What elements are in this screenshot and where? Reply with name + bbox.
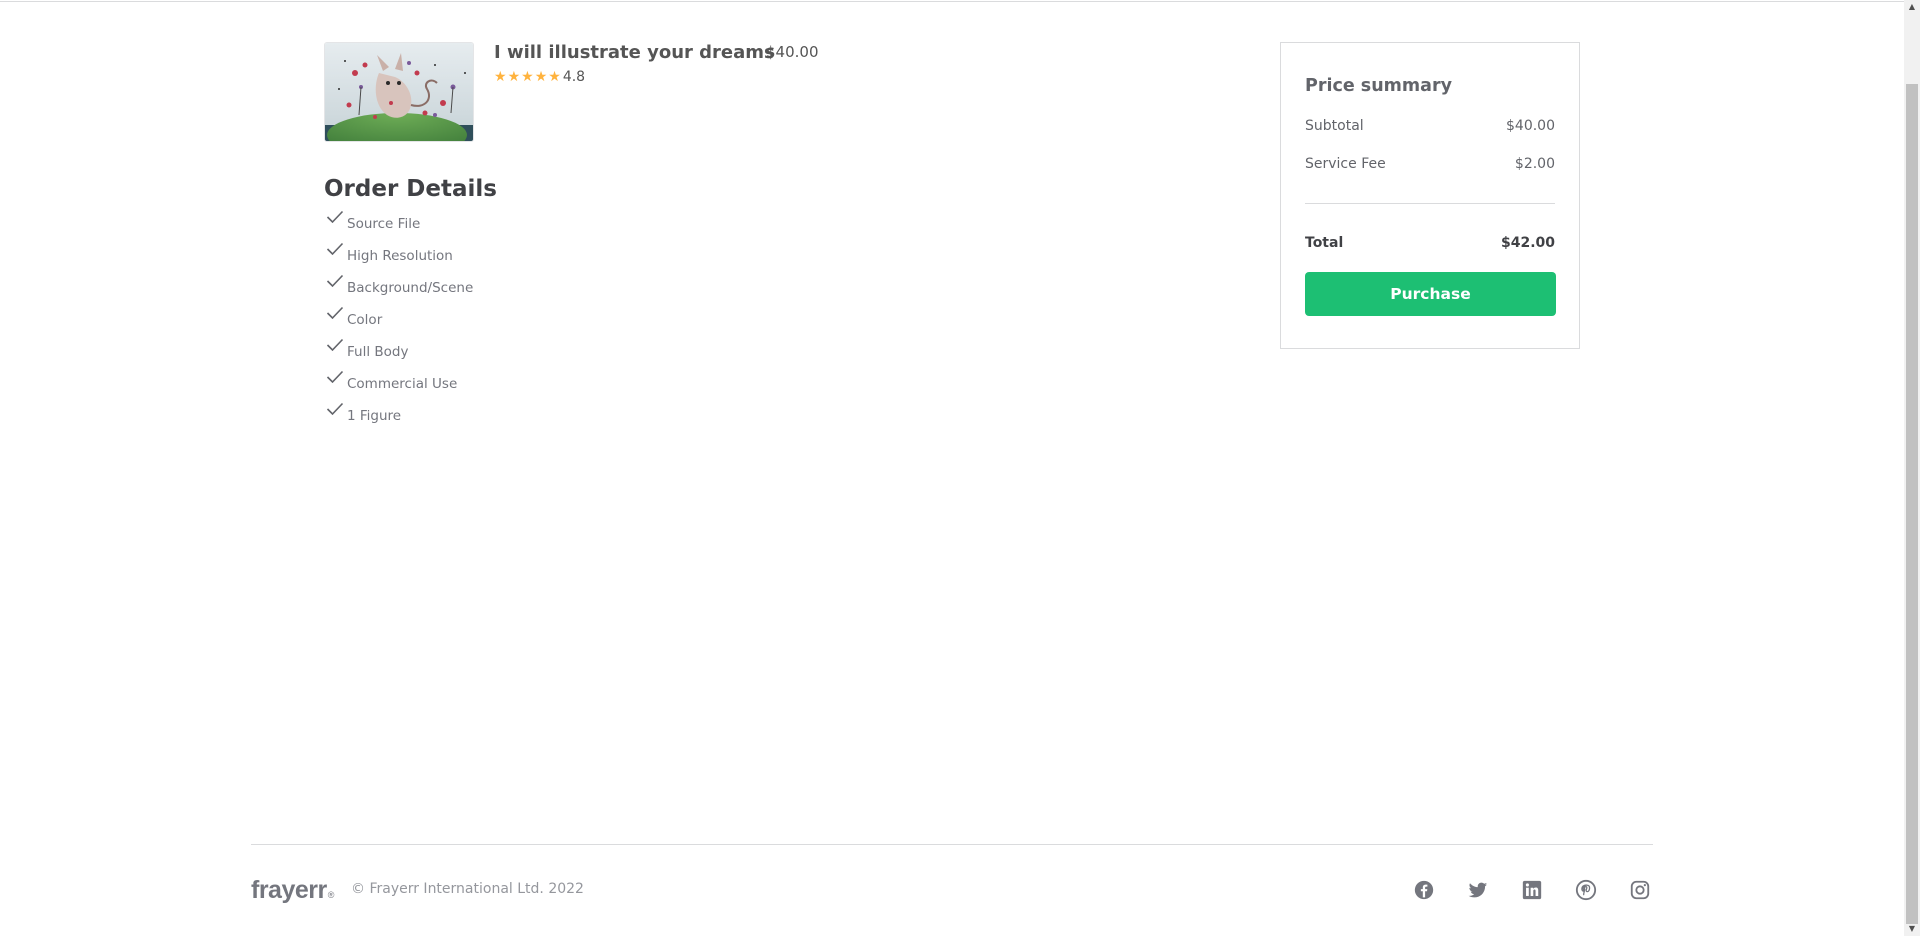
order-details-title: Order Details [324, 176, 497, 202]
total-label: Total [1305, 235, 1344, 251]
gig-price: $40.00 [766, 43, 819, 61]
total-row: Total $42.00 [1305, 235, 1555, 251]
feature-label: 1 Figure [347, 408, 402, 424]
gig-thumbnail[interactable] [324, 42, 474, 142]
subtotal-label: Subtotal [1305, 118, 1364, 134]
feature-label: Background/Scene [347, 280, 474, 296]
subtotal-value: $40.00 [1506, 118, 1555, 134]
star-icon: ★ [521, 69, 534, 85]
price-summary-card: Price summary Subtotal $40.00 Service Fe… [1280, 42, 1580, 349]
rating-value: 4.8 [562, 69, 586, 85]
star-icon: ★ [548, 69, 561, 85]
service-fee-label: Service Fee [1305, 156, 1386, 172]
facebook-icon[interactable] [1412, 878, 1436, 902]
pinterest-icon[interactable] [1574, 878, 1598, 902]
check-icon [326, 338, 344, 352]
vertical-scrollbar[interactable]: ▲ ▼ [1904, 0, 1920, 936]
instagram-icon[interactable] [1628, 878, 1652, 902]
feature-label: Commercial Use [347, 376, 458, 392]
check-icon [326, 306, 344, 320]
check-icon [326, 402, 344, 416]
summary-divider [1305, 203, 1555, 204]
feature-label: Color [347, 312, 383, 328]
gig-title[interactable]: I will illustrate your dreams [494, 42, 775, 63]
scroll-down-arrow-icon[interactable]: ▼ [1904, 922, 1920, 936]
logo-text: frayerr [251, 876, 327, 904]
scroll-thumb[interactable] [1906, 84, 1918, 924]
feature-label: Source File [347, 216, 421, 232]
gig-illustration [325, 43, 473, 141]
top-divider [0, 0, 1904, 2]
star-icon: ★ [507, 69, 521, 85]
check-icon [326, 210, 344, 224]
scroll-up-arrow-icon[interactable]: ▲ [1904, 0, 1920, 14]
feature-label: Full Body [347, 344, 409, 360]
linkedin-icon[interactable] [1520, 878, 1544, 902]
check-icon [326, 242, 344, 256]
subtotal-row: Subtotal $40.00 [1305, 118, 1555, 134]
footer-divider [251, 844, 1653, 845]
registered-mark: ® [327, 890, 335, 900]
purchase-button[interactable]: Purchase [1305, 272, 1556, 316]
gig-rating: ★ ★ ★ ★ ★ 4.8 [494, 69, 585, 85]
service-fee-row: Service Fee $2.00 [1305, 156, 1555, 172]
copyright-text: © Frayerr International Ltd. 2022 [351, 881, 584, 897]
feature-label: High Resolution [347, 248, 453, 264]
check-icon [326, 274, 344, 288]
footer-logo[interactable]: frayerr® [251, 876, 334, 905]
twitter-icon[interactable] [1466, 878, 1490, 902]
check-icon [326, 370, 344, 384]
price-summary-title: Price summary [1305, 76, 1452, 96]
service-fee-value: $2.00 [1514, 156, 1555, 172]
star-icon: ★ [494, 69, 507, 85]
star-icon: ★ [534, 69, 548, 85]
total-value: $42.00 [1500, 235, 1555, 251]
